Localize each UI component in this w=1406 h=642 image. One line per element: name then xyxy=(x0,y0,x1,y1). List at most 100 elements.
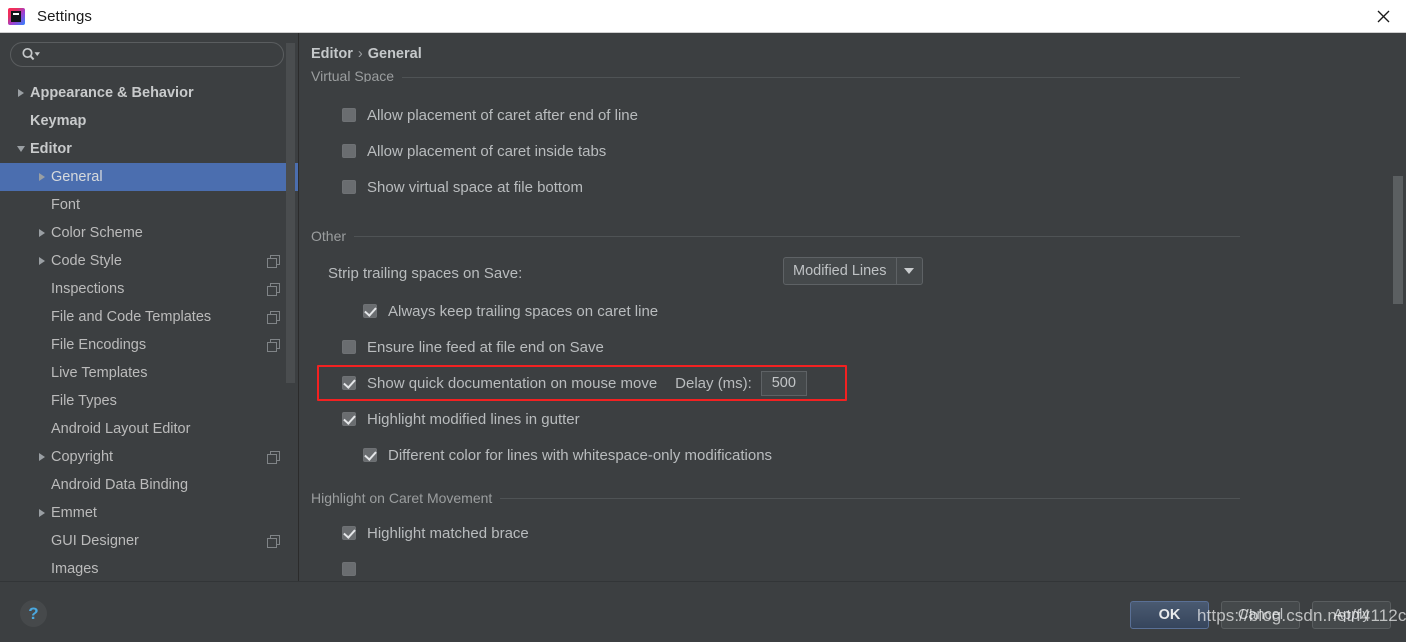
sidebar-item-images[interactable]: Images xyxy=(0,555,298,581)
sidebar-item-live-templates[interactable]: Live Templates xyxy=(0,359,298,387)
settings-tree: Appearance & Behavior Keymap Editor General… xyxy=(0,79,298,581)
chevron-right-icon[interactable] xyxy=(12,89,30,97)
option-show-virtual-space-bottom[interactable]: Show virtual space at file bottom xyxy=(300,169,1406,205)
apply-button[interactable]: Apply xyxy=(1312,601,1391,629)
search-icon xyxy=(21,47,41,63)
option-label: Different color for lines with whitespac… xyxy=(388,446,773,464)
settings-sidebar: Appearance & Behavior Keymap Editor General… xyxy=(0,33,299,581)
sidebar-item-label: Color Scheme xyxy=(51,225,143,241)
option-label: Ensure line feed at file end on Save xyxy=(367,338,604,356)
title-bar: Settings xyxy=(0,0,1406,33)
sidebar-item-label: File Types xyxy=(51,393,117,409)
option-label: Highlight matched brace xyxy=(367,524,529,542)
copy-settings-icon[interactable] xyxy=(267,254,280,268)
close-icon[interactable] xyxy=(1360,0,1406,32)
delay-ms-input[interactable] xyxy=(760,370,807,396)
sidebar-item-android-data-binding[interactable]: Android Data Binding xyxy=(0,471,298,499)
row-strip-trailing-spaces: Strip trailing spaces on Save: Modified … xyxy=(300,253,1406,293)
search-input[interactable] xyxy=(41,44,283,65)
chevron-right-icon[interactable] xyxy=(33,173,51,181)
sidebar-item-label: General xyxy=(51,169,103,185)
copy-settings-icon[interactable] xyxy=(267,338,280,352)
sidebar-item-gui-designer[interactable]: GUI Designer xyxy=(0,527,298,555)
settings-content: Virtual Space Allow placement of caret a… xyxy=(300,71,1406,581)
chevron-right-icon[interactable] xyxy=(33,453,51,461)
sidebar-item-editor[interactable]: Editor xyxy=(0,135,298,163)
sidebar-item-label: Code Style xyxy=(51,253,122,269)
cancel-button[interactable]: Cancel xyxy=(1221,601,1300,629)
sidebar-item-emmet[interactable]: Emmet xyxy=(0,499,298,527)
copy-settings-icon[interactable] xyxy=(267,534,280,548)
group-title-other: Other xyxy=(311,228,347,244)
chevron-right-icon[interactable] xyxy=(33,257,51,265)
option-always-keep-trailing-spaces[interactable]: Always keep trailing spaces on caret lin… xyxy=(300,293,1406,329)
chevron-right-icon[interactable] xyxy=(33,509,51,517)
group-divider xyxy=(500,497,1240,499)
breadcrumb-current: General xyxy=(367,46,422,62)
option-partially-visible[interactable] xyxy=(300,551,1406,581)
group-header-highlight-caret: Highlight on Caret Movement xyxy=(300,490,1406,506)
checkbox-partially-visible[interactable] xyxy=(342,562,356,576)
option-label: Show quick documentation on mouse move xyxy=(367,374,658,392)
copy-settings-icon[interactable] xyxy=(267,450,280,464)
sidebar-item-code-style[interactable]: Code Style xyxy=(0,247,298,275)
row-quick-documentation: Show quick documentation on mouse move D… xyxy=(300,365,1406,401)
sidebar-item-keymap[interactable]: Keymap xyxy=(0,107,298,135)
sidebar-item-label: Emmet xyxy=(51,505,97,521)
sidebar-item-label: File Encodings xyxy=(51,337,147,353)
sidebar-item-label: Editor xyxy=(30,141,72,157)
sidebar-item-font[interactable]: Font xyxy=(0,191,298,219)
chevron-right-icon[interactable] xyxy=(33,229,51,237)
checkbox-allow-caret-after-eol[interactable] xyxy=(342,108,356,122)
group-header-other: Other xyxy=(300,228,1406,244)
option-different-color-whitespace[interactable]: Different color for lines with whitespac… xyxy=(300,437,1406,473)
dropdown-value: Modified Lines xyxy=(793,263,887,279)
breadcrumb-parent[interactable]: Editor xyxy=(311,46,353,62)
copy-settings-icon[interactable] xyxy=(267,282,280,296)
sidebar-item-label: Font xyxy=(51,197,81,213)
sidebar-item-label: Copyright xyxy=(51,449,114,465)
sidebar-item-android-layout-editor[interactable]: Android Layout Editor xyxy=(0,415,298,443)
group-title-highlight-caret: Highlight on Caret Movement xyxy=(311,490,493,506)
sidebar-scrollbar[interactable] xyxy=(286,43,295,383)
sidebar-item-general[interactable]: General xyxy=(0,163,298,191)
option-allow-caret-inside-tabs[interactable]: Allow placement of caret inside tabs xyxy=(300,133,1406,169)
option-highlight-matched-brace[interactable]: Highlight matched brace xyxy=(300,515,1406,551)
option-label: Allow placement of caret after end of li… xyxy=(367,106,638,124)
group-title-virtual-space: Virtual Space xyxy=(311,71,395,82)
copy-settings-icon[interactable] xyxy=(267,310,280,324)
sidebar-item-inspections[interactable]: Inspections xyxy=(0,275,298,303)
checkbox-different-color-whitespace[interactable] xyxy=(363,448,377,462)
sidebar-item-file-encodings[interactable]: File Encodings xyxy=(0,331,298,359)
option-label: Highlight modified lines in gutter xyxy=(367,410,580,428)
option-ensure-line-feed[interactable]: Ensure line feed at file end on Save xyxy=(300,329,1406,365)
sidebar-item-label: Images xyxy=(51,561,99,577)
sidebar-item-appearance-behavior[interactable]: Appearance & Behavior xyxy=(0,79,298,107)
sidebar-item-file-and-code-templates[interactable]: File and Code Templates xyxy=(0,303,298,331)
ok-button[interactable]: OK xyxy=(1130,601,1209,629)
main-scrollbar[interactable] xyxy=(1393,176,1403,304)
checkbox-allow-caret-inside-tabs[interactable] xyxy=(342,144,356,158)
option-highlight-modified-lines[interactable]: Highlight modified lines in gutter xyxy=(300,401,1406,437)
checkbox-show-quick-documentation[interactable] xyxy=(342,376,356,390)
sidebar-item-color-scheme[interactable]: Color Scheme xyxy=(0,219,298,247)
chevron-down-icon[interactable] xyxy=(12,146,30,152)
sidebar-item-label: Live Templates xyxy=(51,365,148,381)
strip-trailing-spaces-dropdown[interactable]: Modified Lines xyxy=(783,257,923,285)
help-button[interactable]: ? xyxy=(20,600,47,627)
sidebar-item-label: Android Data Binding xyxy=(51,477,189,493)
sidebar-item-file-types[interactable]: File Types xyxy=(0,387,298,415)
breadcrumb-separator: › xyxy=(357,46,363,62)
checkbox-always-keep-trailing-spaces[interactable] xyxy=(363,304,377,318)
chevron-down-icon[interactable] xyxy=(895,258,922,284)
search-box[interactable] xyxy=(10,42,284,67)
sidebar-item-copyright[interactable]: Copyright xyxy=(0,443,298,471)
sidebar-item-label: GUI Designer xyxy=(51,533,139,549)
label-delay-ms: Delay (ms): xyxy=(675,374,752,392)
checkbox-highlight-modified-lines[interactable] xyxy=(342,412,356,426)
checkbox-ensure-line-feed[interactable] xyxy=(342,340,356,354)
checkbox-highlight-matched-brace[interactable] xyxy=(342,526,356,540)
question-mark-icon: ? xyxy=(28,603,39,623)
option-allow-caret-after-eol[interactable]: Allow placement of caret after end of li… xyxy=(300,97,1406,133)
checkbox-show-virtual-space-bottom[interactable] xyxy=(342,180,356,194)
